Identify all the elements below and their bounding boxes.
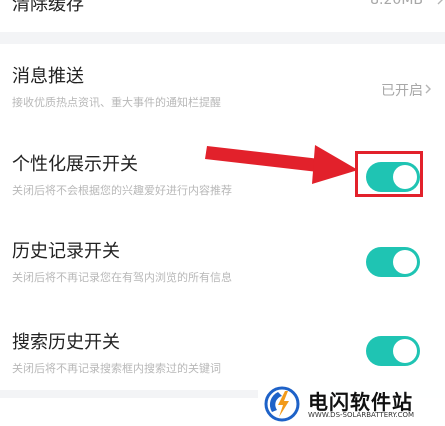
watermark-url: WWW.DS-SOLARBATTERY.COM bbox=[308, 411, 415, 419]
lightning-logo-icon bbox=[264, 386, 300, 422]
annotation-arrow-icon bbox=[205, 145, 358, 184]
watermark-logo: 电闪软件站 WWW.DS-SOLARBATTERY.COM bbox=[258, 382, 445, 426]
annotation-highlight-box bbox=[355, 151, 423, 197]
